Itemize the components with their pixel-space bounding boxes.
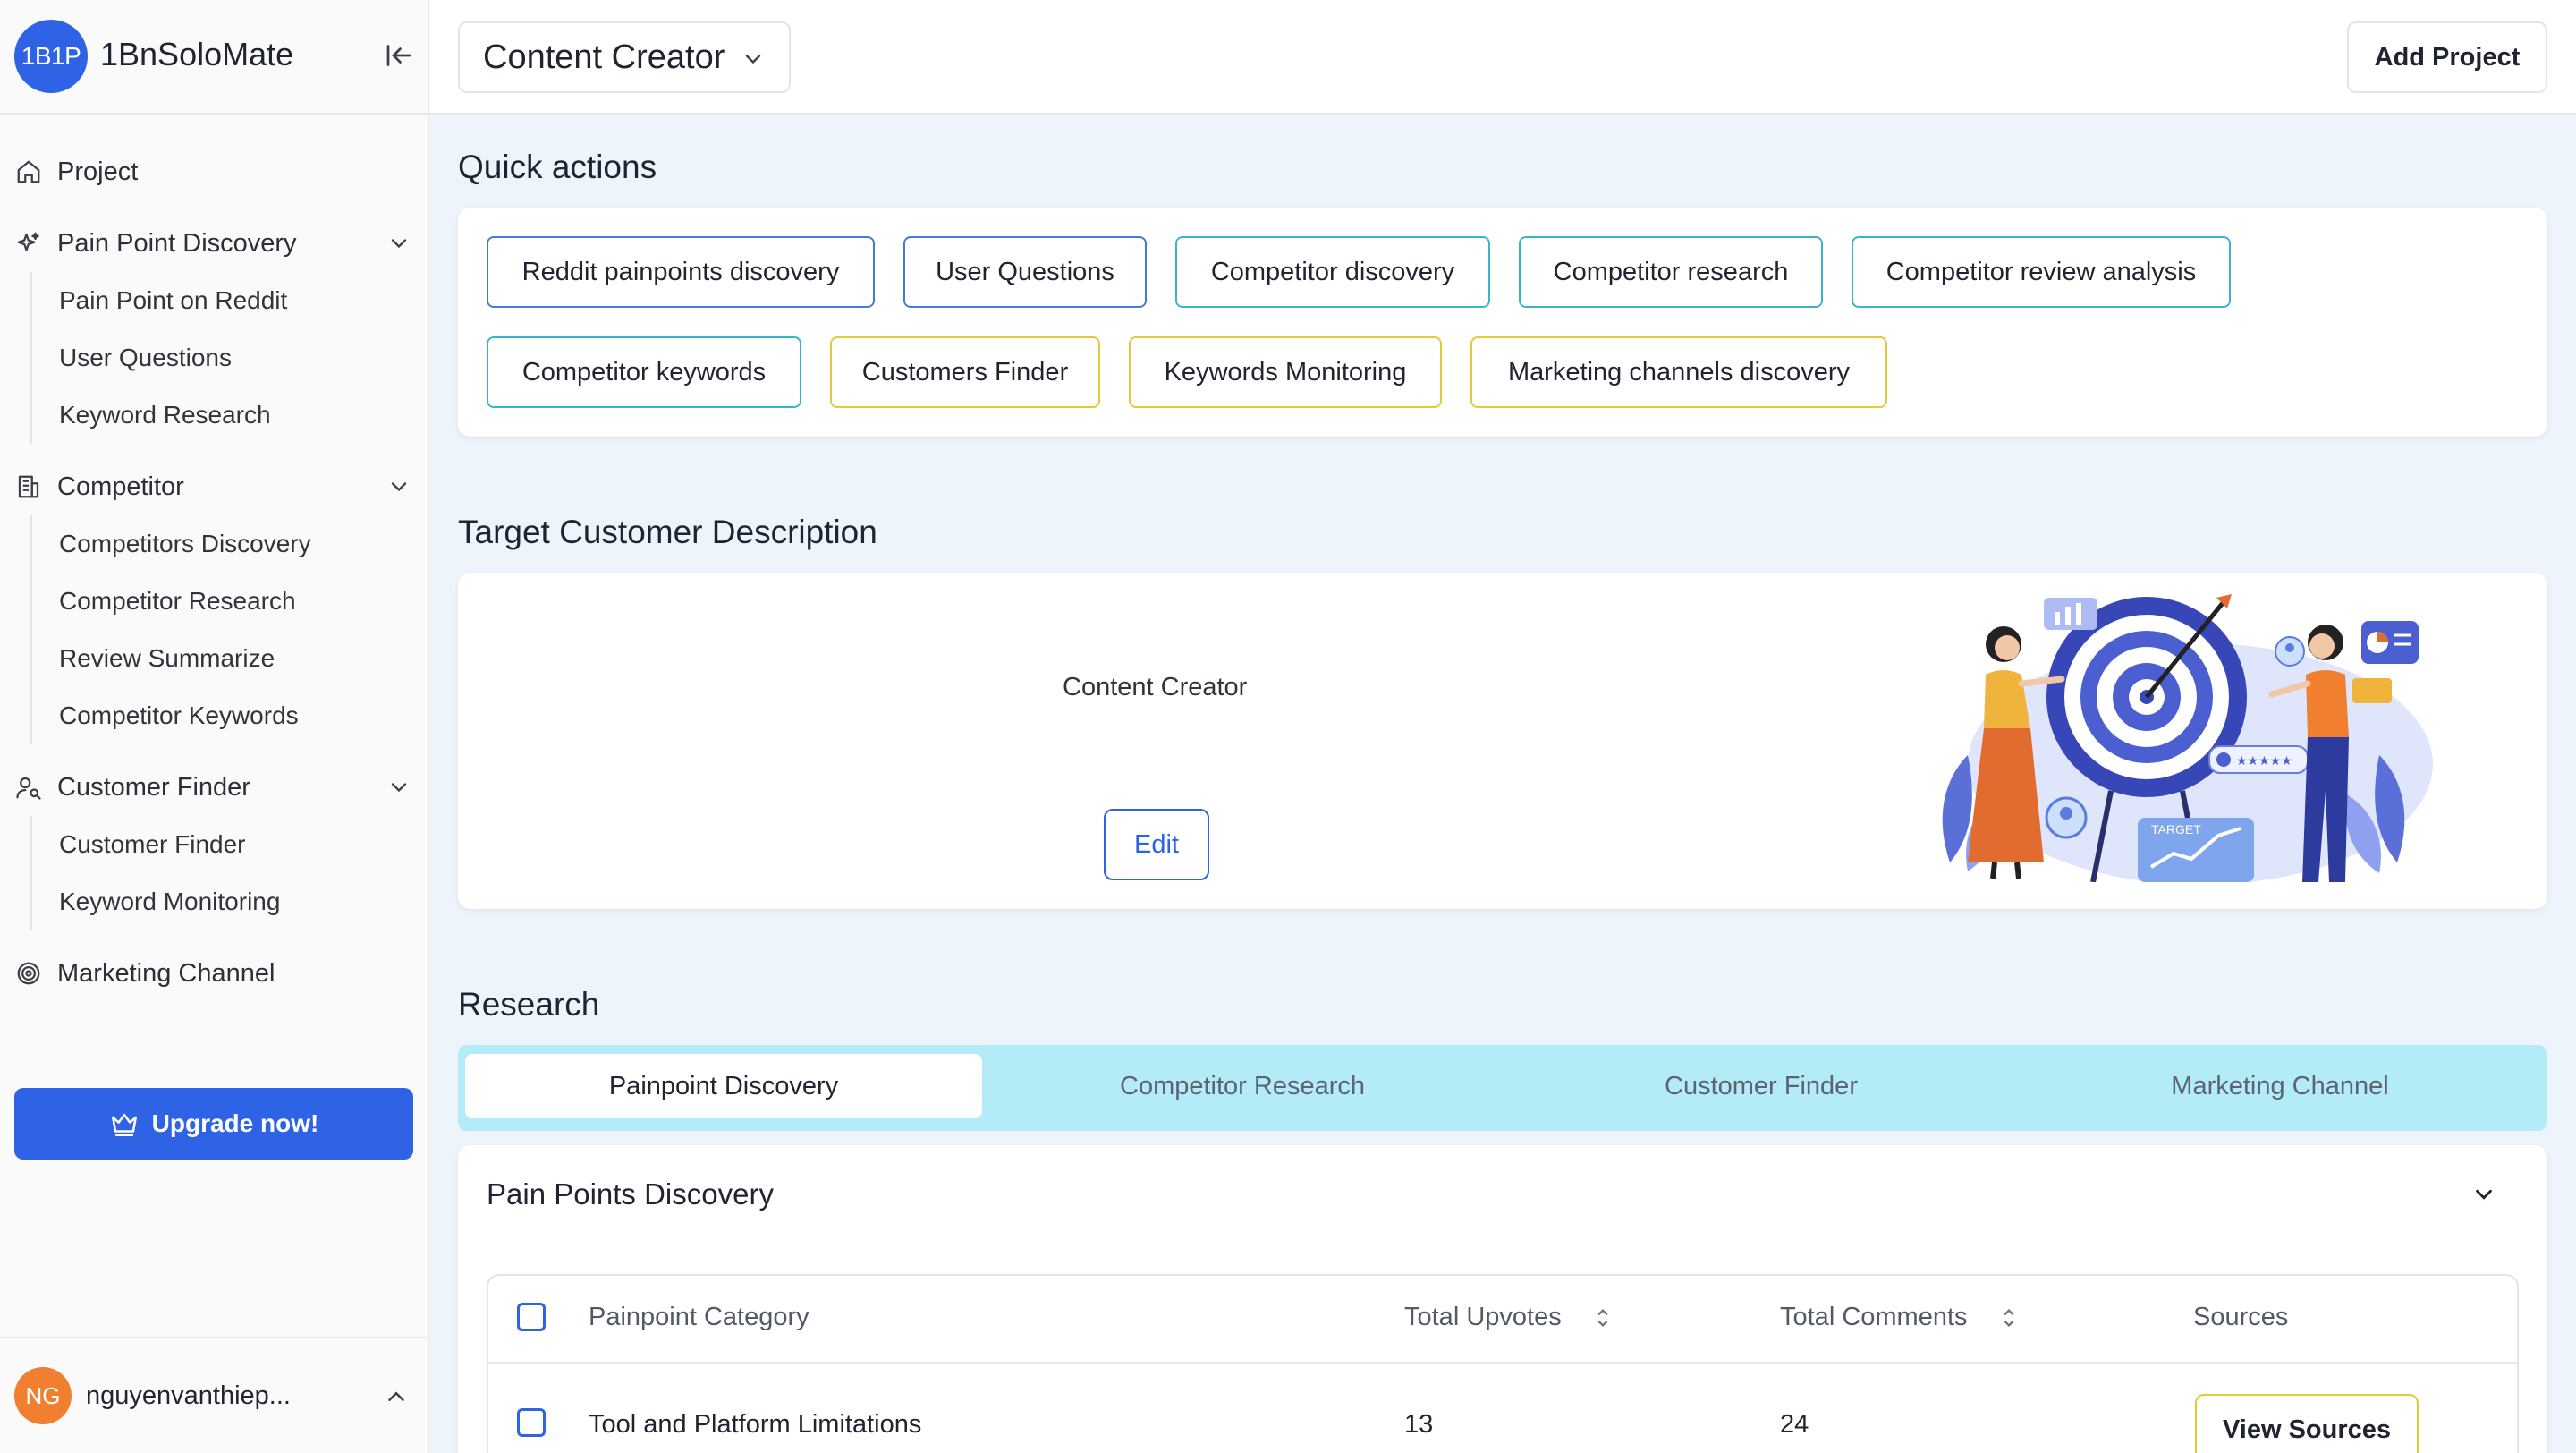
qa-marketing-channels-discovery[interactable]: Marketing channels discovery — [1470, 336, 1887, 408]
row-checkbox[interactable] — [517, 1408, 546, 1437]
cell-category: Tool and Platform Limitations — [589, 1410, 922, 1439]
user-menu[interactable]: NG nguyenvanthiep... — [0, 1337, 428, 1453]
panel-collapse-icon[interactable] — [383, 39, 415, 72]
sort-icon[interactable] — [1594, 1305, 1612, 1330]
upgrade-label: Upgrade now! — [151, 1109, 319, 1137]
chevron-down-icon[interactable] — [386, 474, 411, 499]
home-icon — [14, 157, 43, 186]
column-header-category[interactable]: Painpoint Category — [589, 1303, 809, 1332]
sidebar-item-marketing-channel[interactable]: Marketing Channel — [14, 948, 417, 998]
illustration-label: TARGET — [2151, 822, 2201, 837]
sidebar-item-customer-finder[interactable]: Customer Finder — [32, 816, 280, 873]
avatar: NG — [14, 1367, 72, 1424]
qa-competitor-review-analysis[interactable]: Competitor review analysis — [1852, 236, 2231, 308]
user-name: nguyenvanthiep... — [86, 1381, 291, 1410]
target-illustration: TARGET ★★★★★ — [1942, 594, 2433, 882]
sidebar-group-competitor[interactable]: Competitor — [14, 462, 417, 512]
svg-text:TARGET: TARGET — [2151, 822, 2201, 837]
column-header-sources: Sources — [2193, 1303, 2289, 1331]
chevron-down-icon[interactable] — [2470, 1181, 2497, 1208]
tab-marketing-channel[interactable]: Marketing Channel — [2021, 1054, 2538, 1118]
target-customer-title: Target Customer Description — [458, 514, 877, 550]
sidebar-item-label: Competitor — [57, 472, 184, 501]
qa-reddit-painpoints[interactable]: Reddit painpoints discovery — [487, 236, 875, 308]
building-icon — [14, 472, 43, 501]
sidebar-group-customer-finder[interactable]: Customer Finder — [14, 762, 417, 812]
view-sources-button[interactable]: View Sources — [2195, 1394, 2419, 1453]
brand-header: 1B1P 1BnSoloMate — [0, 0, 428, 115]
chevron-down-icon[interactable] — [386, 231, 411, 256]
qa-competitor-keywords[interactable]: Competitor keywords — [487, 336, 801, 408]
sidebar-item-label: Pain Point Discovery — [57, 228, 297, 258]
qa-competitor-discovery[interactable]: Competitor discovery — [1175, 236, 1490, 308]
chevron-down-icon — [745, 55, 761, 64]
user-search-icon — [14, 773, 43, 802]
column-header-comments[interactable]: Total Comments — [1780, 1303, 2018, 1332]
svg-text:★★★★★: ★★★★★ — [2236, 753, 2292, 768]
sidebar-group-pain-point-discovery[interactable]: Pain Point Discovery — [14, 218, 417, 268]
sort-icon[interactable] — [2000, 1305, 2018, 1330]
edit-button[interactable]: Edit — [1104, 809, 1209, 880]
research-tabs: Painpoint Discovery Competitor Research … — [458, 1045, 2547, 1131]
quick-actions-title: Quick actions — [458, 149, 657, 185]
quick-actions-card: Reddit painpoints discovery User Questio… — [458, 208, 2547, 437]
project-select-value: Content Creator — [483, 38, 725, 76]
chevron-up-icon[interactable] — [383, 1383, 410, 1410]
sidebar-item-competitor-keywords[interactable]: Competitor Keywords — [32, 687, 311, 744]
upgrade-button[interactable]: Upgrade now! — [14, 1088, 413, 1160]
project-select[interactable]: Content Creator — [458, 21, 791, 93]
tab-competitor-research[interactable]: Competitor Research — [984, 1054, 1501, 1118]
sidebar-item-label: Project — [57, 157, 139, 186]
sidebar-item-keyword-research[interactable]: Keyword Research — [32, 387, 287, 444]
pain-points-panel: Pain Points Discovery Painpoint Category… — [458, 1145, 2547, 1453]
column-header-upvotes[interactable]: Total Upvotes — [1404, 1303, 1612, 1332]
sidebar-item-competitors-discovery[interactable]: Competitors Discovery — [32, 515, 311, 573]
sidebar-item-project[interactable]: Project — [14, 147, 417, 197]
qa-user-questions[interactable]: User Questions — [903, 236, 1147, 308]
qa-customers-finder[interactable]: Customers Finder — [830, 336, 1100, 408]
header-divider — [488, 1362, 2517, 1364]
painpoints-table: Painpoint Category Total Upvotes Total C… — [487, 1274, 2519, 1453]
tab-painpoint-discovery[interactable]: Painpoint Discovery — [465, 1054, 982, 1118]
sidebar-item-competitor-research[interactable]: Competitor Research — [32, 573, 311, 630]
select-all-checkbox[interactable] — [517, 1303, 546, 1331]
sidebar: 1B1P 1BnSoloMate Project Pain Point Disc… — [0, 0, 429, 1453]
target-icon — [14, 959, 43, 988]
crown-icon — [111, 1113, 137, 1137]
chevron-down-icon[interactable] — [386, 775, 411, 800]
sidebar-subnav-competitor: Competitors Discovery Competitor Researc… — [30, 515, 311, 744]
qa-keywords-monitoring[interactable]: Keywords Monitoring — [1129, 336, 1442, 408]
sidebar-subnav-pain-point: Pain Point on Reddit User Questions Keyw… — [30, 272, 287, 444]
add-project-button[interactable]: Add Project — [2347, 21, 2547, 93]
cell-comments: 24 — [1780, 1410, 1809, 1439]
target-customer-text: Content Creator — [1063, 673, 1248, 701]
sidebar-subnav-customer-finder: Customer Finder Keyword Monitoring — [30, 816, 280, 930]
sidebar-item-label: Marketing Channel — [57, 958, 275, 988]
sidebar-item-user-questions[interactable]: User Questions — [32, 329, 287, 387]
qa-competitor-research[interactable]: Competitor research — [1519, 236, 1823, 308]
panel-title: Pain Points Discovery — [487, 1177, 774, 1211]
sidebar-item-pain-point-reddit[interactable]: Pain Point on Reddit — [32, 272, 287, 329]
tab-customer-finder[interactable]: Customer Finder — [1503, 1054, 2020, 1118]
sparkle-icon — [14, 229, 43, 258]
brand-logo[interactable]: 1B1P — [14, 20, 88, 93]
sidebar-item-keyword-monitoring[interactable]: Keyword Monitoring — [32, 873, 280, 930]
top-header: Content Creator Add Project — [429, 0, 2576, 115]
cell-upvotes: 13 — [1404, 1410, 1434, 1439]
research-title: Research — [458, 986, 600, 1023]
sidebar-item-review-summarize[interactable]: Review Summarize — [32, 630, 311, 687]
sidebar-item-label: Customer Finder — [57, 772, 250, 802]
brand-name: 1BnSoloMate — [100, 36, 294, 72]
